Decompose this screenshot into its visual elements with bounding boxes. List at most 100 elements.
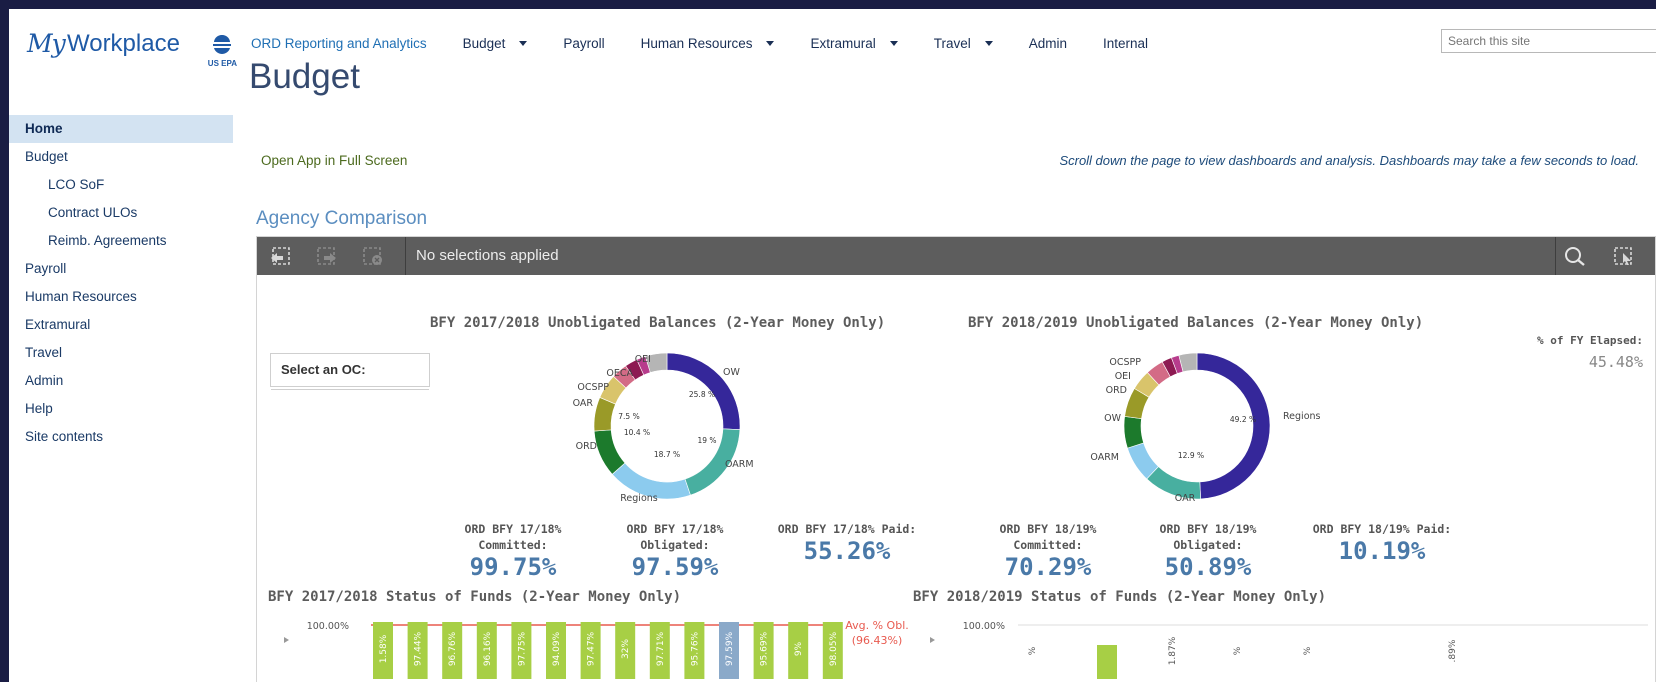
- kpi-sublabel: Committed:: [1013, 538, 1083, 552]
- expand-arrow-icon[interactable]: [284, 637, 289, 643]
- pie-slice[interactable]: [1123, 416, 1145, 449]
- toolbar-separator: [405, 237, 406, 275]
- bar-data-label: 9%: [794, 641, 804, 656]
- kpi-label: ORD BFY 17/18%: [626, 522, 724, 536]
- step-back-icon[interactable]: [269, 246, 291, 266]
- kpi-kpis_1819-1: ORD BFY 18/19% Obligated: 50.89%: [1123, 521, 1293, 581]
- kpi-value: 70.29%: [1004, 553, 1092, 581]
- open-full-screen-link[interactable]: Open App in Full Screen: [261, 153, 407, 168]
- donut-chart-1718[interactable]: OW OARM Regions ORD OAR OCSPP OECAOEI 25.8 % 19 …: [557, 345, 777, 507]
- bar-data-label: 97.59%: [725, 631, 735, 666]
- bar-data-label: 97.44%: [414, 631, 424, 666]
- kpi-label: ORD BFY 18/19% Paid:: [1312, 522, 1452, 536]
- search-icon[interactable]: [1563, 246, 1587, 266]
- qlik-dashboard: No selections applied BFY 2017/2018 Unob…: [256, 236, 1656, 682]
- slice-data-label: 18.7 %: [654, 450, 680, 459]
- slice-data-label: 7.5 %: [618, 412, 639, 421]
- caret-down-icon[interactable]: [766, 40, 775, 46]
- kpi-sublabel: Obligated:: [640, 538, 710, 552]
- caret-down-icon[interactable]: [889, 40, 898, 46]
- bar-data-label: 94.09%: [552, 631, 562, 666]
- myworkplace-logo[interactable]: My Workplace US EPA: [27, 23, 237, 69]
- scroll-note: Scroll down the page to view dashboards …: [1059, 153, 1639, 168]
- donut-chart-1819[interactable]: Regions OAR OARM OW ORD OEI OCSPP 49.2 % 12.9 %: [1087, 345, 1327, 507]
- leftnav-item[interactable]: Reimb. Agreements: [9, 227, 233, 255]
- logo-workplace: Workplace: [67, 30, 180, 57]
- topnav-item[interactable]: Travel: [934, 36, 993, 51]
- bar-data-label: .89%: [1448, 639, 1458, 662]
- topnav-item[interactable]: Admin: [1029, 36, 1067, 51]
- slice-label: OAR: [573, 398, 594, 409]
- bar-data-label: 97.47%: [587, 631, 597, 666]
- logo-us-epa: US EPA: [207, 59, 237, 68]
- kpi-label: ORD BFY 17/18%: [464, 522, 562, 536]
- topnav-label: Extramural: [810, 35, 876, 51]
- leftnav-item[interactable]: Contract ULOs: [9, 199, 233, 227]
- bar-data-label: 96.16%: [483, 631, 493, 666]
- search-input[interactable]: [1441, 29, 1656, 53]
- slice-label: OARM: [1090, 452, 1119, 463]
- slice-label: ORD: [576, 441, 597, 452]
- leftnav-item[interactable]: Budget: [9, 143, 233, 171]
- slice-data-label: 49.2 %: [1230, 415, 1256, 424]
- bar-data-label: %: [1303, 646, 1313, 655]
- fy-elapsed-value: 45.48%: [1588, 353, 1643, 371]
- toolbar-separator: [1555, 237, 1556, 275]
- fy-elapsed-kpi: % of FY Elapsed: 45.48%: [1537, 334, 1643, 371]
- bar-data-label: %: [1028, 646, 1038, 655]
- selections-tool-icon[interactable]: [1613, 246, 1635, 266]
- leftnav-item[interactable]: Travel: [9, 339, 233, 367]
- topnav-item[interactable]: Budget: [463, 36, 528, 51]
- topnav-label: Budget: [462, 35, 506, 51]
- topnav-item[interactable]: Internal: [1103, 36, 1148, 51]
- slice-label: Regions: [1283, 411, 1321, 422]
- leftnav-item[interactable]: Extramural: [9, 311, 233, 339]
- bar-data-label: %: [1233, 646, 1243, 655]
- slice-data-label: 10.4 %: [624, 428, 650, 437]
- selection-status: No selections applied: [416, 247, 559, 264]
- slice-data-label: 19 %: [697, 436, 716, 445]
- bar-data-label: 95.69%: [760, 631, 770, 666]
- avg-value-label: (96.43%): [852, 634, 903, 647]
- topnav-item[interactable]: Human Resources: [641, 36, 775, 51]
- slice-label: OEI: [1115, 371, 1131, 382]
- page-frame: My Workplace US EPA ORD Reporting and An…: [9, 9, 1656, 682]
- kpi-sublabel: Committed:: [478, 538, 548, 552]
- bar[interactable]: [1097, 645, 1117, 679]
- select-oc-listbox[interactable]: Select an OC:: [270, 353, 430, 390]
- kpi-value: 97.59%: [631, 553, 719, 581]
- clear-selections-icon[interactable]: [362, 246, 384, 266]
- pie-slice[interactable]: [1196, 352, 1271, 500]
- leftnav-item[interactable]: Payroll: [9, 255, 233, 283]
- leftnav-item[interactable]: Human Resources: [9, 283, 233, 311]
- slice-label: OW: [723, 367, 740, 378]
- expand-arrow-icon[interactable]: [930, 637, 935, 643]
- status-of-funds-1718-chart[interactable]: 100.00% 1.58% 97.44% 96.76% 96.16% 97.75% 94.0…: [267, 609, 917, 679]
- leftnav-item[interactable]: Home: [9, 115, 233, 143]
- kpi-kpis_1718-0: ORD BFY 17/18% Committed: 99.75%: [428, 521, 598, 581]
- leftnav-item[interactable]: Site contents: [9, 423, 233, 451]
- topnav-item[interactable]: Payroll: [563, 36, 604, 51]
- bar-data-label: 96.76%: [448, 631, 458, 666]
- section-title: Agency Comparison: [256, 208, 428, 229]
- bar-data-label: 1.58%: [379, 634, 389, 663]
- topnav-label: Travel: [933, 35, 971, 51]
- slice-label: Regions: [620, 493, 658, 504]
- kpi-kpis_1718-1: ORD BFY 17/18% Obligated: 97.59%: [590, 521, 760, 581]
- caret-down-icon[interactable]: [984, 40, 993, 46]
- topnav-item[interactable]: ORD Reporting and Analytics: [251, 36, 427, 51]
- kpi-sublabel: Obligated:: [1173, 538, 1243, 552]
- topnav-label: Admin: [1028, 35, 1067, 51]
- kpi-kpis_1718-2: ORD BFY 17/18% Paid: 55.26%: [762, 521, 932, 565]
- leftnav-item[interactable]: LCO SoF: [9, 171, 233, 199]
- step-forward-icon[interactable]: [316, 246, 338, 266]
- leftnav-item[interactable]: Help: [9, 395, 233, 423]
- topnav-item[interactable]: Extramural: [810, 35, 898, 51]
- bar-data-label: 97.71%: [656, 631, 666, 666]
- kpi-value: 10.19%: [1338, 537, 1426, 565]
- slice-label: OECA: [606, 368, 633, 379]
- slice-label: OARM: [725, 459, 754, 470]
- leftnav-item[interactable]: Admin: [9, 367, 233, 395]
- caret-down-icon[interactable]: [519, 40, 528, 46]
- status-of-funds-1819-chart[interactable]: 100.00%% 1.87%%% .89%: [913, 609, 1653, 679]
